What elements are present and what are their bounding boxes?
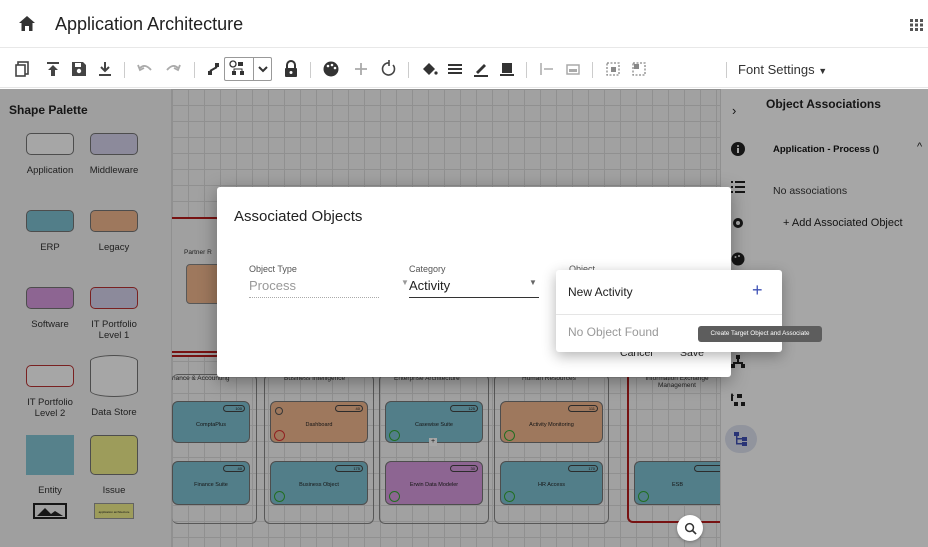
align-left-icon[interactable]: [536, 58, 558, 80]
distribute-icon[interactable]: [562, 58, 584, 80]
font-settings-menu[interactable]: Font Settings ▼: [738, 62, 827, 77]
line-style-icon[interactable]: [444, 58, 466, 80]
text-color-icon[interactable]: [496, 58, 518, 80]
page-title: Application Architecture: [55, 14, 244, 34]
toolbar: Font Settings ▼: [0, 50, 928, 88]
field-label: Object Type: [249, 264, 297, 274]
category-field[interactable]: Category Activity ▼: [409, 264, 539, 300]
undo-icon[interactable]: [134, 58, 156, 80]
field-value: Process: [249, 278, 296, 293]
field-value: Activity: [409, 278, 451, 293]
dialog-title: Associated Objects: [234, 208, 363, 225]
object-type-field[interactable]: Object Type Process ▼: [249, 264, 409, 300]
font-settings-label: Font Settings: [738, 62, 815, 77]
line-color-icon[interactable]: [470, 58, 492, 80]
apps-grid-icon[interactable]: [910, 19, 924, 31]
search-icon: [684, 522, 697, 535]
create-object-button[interactable]: +: [752, 280, 763, 301]
bring-to-front-icon[interactable]: [42, 58, 64, 80]
new-activity-option[interactable]: New Activity: [568, 285, 633, 299]
zoom-button[interactable]: [677, 515, 703, 541]
dropdown-arrow-icon: ▼: [401, 278, 409, 287]
no-result-text: No Object Found: [568, 325, 659, 339]
app-header: Application Architecture: [0, 0, 928, 48]
save-icon[interactable]: [68, 58, 90, 80]
lock-icon[interactable]: [280, 58, 302, 80]
palette-icon[interactable]: [320, 58, 342, 80]
fill-color-icon[interactable]: [418, 58, 440, 80]
redo-icon[interactable]: [162, 58, 184, 80]
group-icon[interactable]: [602, 58, 624, 80]
copy-icon[interactable]: [12, 58, 34, 80]
home-icon[interactable]: [17, 14, 37, 34]
hierarchy-icon: [229, 60, 244, 75]
ungroup-icon[interactable]: [628, 58, 650, 80]
add-icon[interactable]: [350, 58, 372, 80]
field-label: Category: [409, 264, 446, 274]
chevron-down-icon[interactable]: [253, 58, 271, 80]
rotate-icon[interactable]: [378, 58, 400, 80]
download-icon[interactable]: [94, 58, 116, 80]
create-object-tooltip: Create Target Object and Associate: [698, 326, 822, 342]
layout-dropdown[interactable]: [224, 57, 272, 81]
connector-icon[interactable]: [203, 58, 225, 80]
divider: [556, 314, 782, 315]
dropdown-arrow-icon: ▼: [529, 278, 537, 287]
caret-down-icon: ▼: [818, 66, 828, 76]
